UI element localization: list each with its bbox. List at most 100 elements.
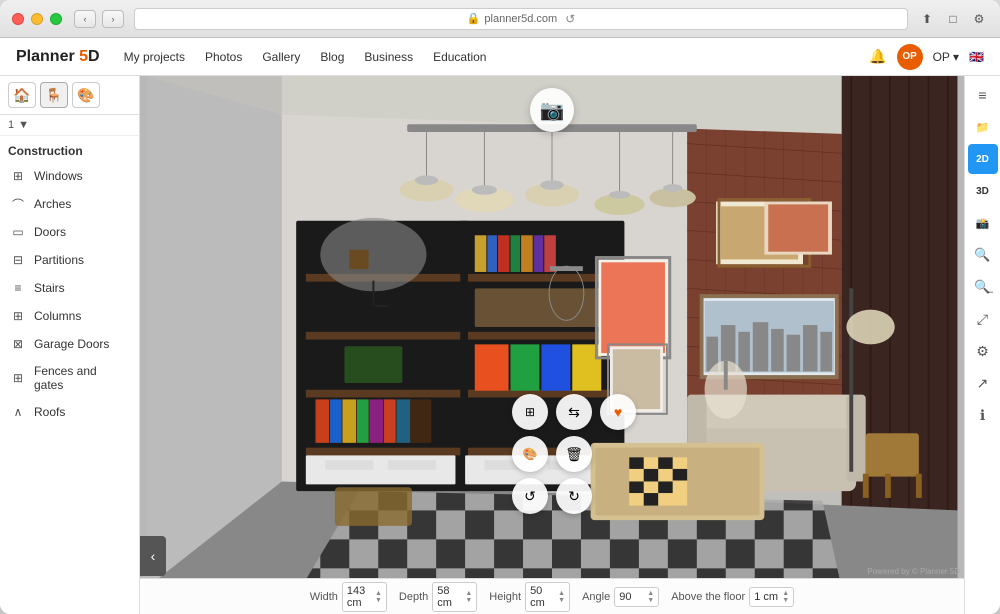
- roofs-icon: ∧: [10, 404, 26, 420]
- sidebar-item-arches[interactable]: ⌒ Arches: [0, 190, 139, 218]
- nav-blog[interactable]: Blog: [320, 50, 344, 64]
- paint-button[interactable]: 🎨: [512, 436, 548, 472]
- nav-business[interactable]: Business: [364, 50, 413, 64]
- windows-label: Windows: [34, 169, 83, 183]
- user-dropdown-button[interactable]: OP ▾: [933, 50, 959, 64]
- app-navbar: Planner 5D My projects Photos Gallery Bl…: [0, 38, 1000, 76]
- snapshot-button[interactable]: 📸: [968, 208, 998, 238]
- camera-button[interactable]: 📷: [530, 88, 574, 132]
- columns-label: Columns: [34, 309, 81, 323]
- floor-plan-tab[interactable]: 🏠: [8, 82, 36, 108]
- maximize-button[interactable]: [50, 13, 62, 25]
- canvas-area[interactable]: 📷 ⊞ ⇆ ♥ 🎨 🗑 ↺ ↻ ‹ Powered by © Planner 5…: [140, 76, 964, 614]
- copy-button[interactable]: ⊞: [512, 394, 548, 430]
- zoom-out-button[interactable]: −🔍: [968, 272, 998, 302]
- width-input[interactable]: 143 cm ▲▼: [342, 582, 387, 612]
- sidebar-item-fences[interactable]: ⊞ Fences and gates: [0, 358, 139, 398]
- height-field: Height 50 cm ▲▼: [489, 582, 570, 612]
- delete-button[interactable]: 🗑: [556, 436, 592, 472]
- refresh-icon[interactable]: ↺: [565, 12, 575, 26]
- measurement-bar: Width 143 cm ▲▼ Depth 58 cm ▲▼ Height: [140, 578, 964, 614]
- rotate-forward-button[interactable]: ↻: [556, 478, 592, 514]
- roofs-label: Roofs: [34, 405, 65, 419]
- powered-by-text: Powered by © Planner 5D: [867, 567, 960, 576]
- catalog-button[interactable]: 📁: [968, 112, 998, 142]
- rotate-back-button[interactable]: ↺: [512, 478, 548, 514]
- floor-number: 1: [8, 119, 14, 131]
- back-button[interactable]: ‹: [74, 10, 96, 28]
- sidebar-item-stairs[interactable]: ≡ Stairs: [0, 274, 139, 302]
- height-label: Height: [489, 591, 521, 603]
- browser-toolbar-icons: ⬆ □ ⚙: [918, 10, 988, 28]
- nav-arrow-left[interactable]: ‹: [140, 536, 166, 576]
- depth-field: Depth 58 cm ▲▼: [399, 582, 477, 612]
- sidebar-item-doors[interactable]: ▭ Doors: [0, 218, 139, 246]
- nav-buttons: ‹ ›: [74, 10, 124, 28]
- app-logo: Planner 5D: [16, 48, 100, 66]
- construction-label: Construction: [0, 136, 139, 162]
- depth-label: Depth: [399, 591, 428, 603]
- sidebar-item-windows[interactable]: ⊞ Windows: [0, 162, 139, 190]
- floor-height-field: Above the floor 1 cm ▲▼: [671, 587, 794, 607]
- sidebar-item-roofs[interactable]: ∧ Roofs: [0, 398, 139, 426]
- sidebar-item-columns[interactable]: ⊞ Columns: [0, 302, 139, 330]
- favorite-button[interactable]: ♥: [600, 394, 636, 430]
- nav-education[interactable]: Education: [433, 50, 486, 64]
- windows-icon: ⊞: [10, 168, 26, 184]
- floor-indicator: 1 ▼: [0, 115, 139, 136]
- angle-field: Angle 90 ▲▼: [582, 587, 659, 607]
- nav-my-projects[interactable]: My projects: [124, 50, 185, 64]
- url-text: planner5d.com: [484, 13, 557, 25]
- share-browser-icon[interactable]: ⬆: [918, 10, 936, 28]
- minimize-button[interactable]: [31, 13, 43, 25]
- width-field: Width 143 cm ▲▼: [310, 582, 387, 612]
- doors-label: Doors: [34, 225, 66, 239]
- user-avatar: OP: [897, 44, 923, 70]
- sidebar-item-garage-doors[interactable]: ⊠ Garage Doors: [0, 330, 139, 358]
- width-label: Width: [310, 591, 338, 603]
- share-button[interactable]: ↗: [968, 368, 998, 398]
- 2d-label: 2D: [976, 154, 989, 165]
- 2d-view-button[interactable]: 2D: [968, 144, 998, 174]
- depth-input[interactable]: 58 cm ▲▼: [432, 582, 477, 612]
- arches-label: Arches: [34, 197, 71, 211]
- nav-photos[interactable]: Photos: [205, 50, 242, 64]
- partitions-label: Partitions: [34, 253, 84, 267]
- close-button[interactable]: [12, 13, 24, 25]
- hamburger-menu-button[interactable]: ≡: [968, 80, 998, 110]
- notifications-icon[interactable]: 🔔: [869, 48, 886, 65]
- fullscreen-button[interactable]: ⤢: [968, 304, 998, 334]
- stairs-label: Stairs: [34, 281, 65, 295]
- garage-doors-icon: ⊠: [10, 336, 26, 352]
- materials-tab[interactable]: 🎨: [72, 82, 100, 108]
- stairs-icon: ≡: [10, 280, 26, 296]
- bookmark-icon[interactable]: □: [944, 10, 962, 28]
- language-flag[interactable]: 🇬🇧: [969, 50, 984, 64]
- sidebar-tabs: 🏠 🪑 🎨: [0, 76, 139, 115]
- height-input[interactable]: 50 cm ▲▼: [525, 582, 570, 612]
- fences-label: Fences and gates: [34, 364, 129, 392]
- floor-input[interactable]: 1 cm ▲▼: [749, 587, 794, 607]
- 3d-view-button[interactable]: 3D: [968, 176, 998, 206]
- fences-icon: ⊞: [10, 370, 26, 386]
- sidebar-item-partitions[interactable]: ⊟ Partitions: [0, 246, 139, 274]
- info-button[interactable]: ℹ: [968, 400, 998, 430]
- angle-input[interactable]: 90 ▲▼: [614, 587, 659, 607]
- zoom-in-button[interactable]: 🔍: [968, 240, 998, 270]
- angle-label: Angle: [582, 591, 610, 603]
- partitions-icon: ⊟: [10, 252, 26, 268]
- address-bar[interactable]: 🔒 planner5d.com ↺: [134, 8, 908, 30]
- main-content: 🏠 🪑 🎨 1 ▼ Construction ⊞ Windows ⌒ Arche…: [0, 76, 1000, 614]
- floor-label: Above the floor: [671, 591, 745, 603]
- app-nav-links: My projects Photos Gallery Blog Business…: [124, 50, 487, 64]
- doors-icon: ▭: [10, 224, 26, 240]
- flip-button[interactable]: ⇆: [556, 394, 592, 430]
- furniture-tab[interactable]: 🪑: [40, 82, 68, 108]
- floating-actions: ⊞ ⇆ ♥ 🎨 🗑 ↺ ↻: [512, 394, 638, 514]
- nav-gallery[interactable]: Gallery: [262, 50, 300, 64]
- arches-icon: ⌒: [10, 196, 26, 212]
- logo-accent: 5: [79, 48, 88, 65]
- extension-icon[interactable]: ⚙: [970, 10, 988, 28]
- forward-button[interactable]: ›: [102, 10, 124, 28]
- settings-button[interactable]: ⚙: [968, 336, 998, 366]
